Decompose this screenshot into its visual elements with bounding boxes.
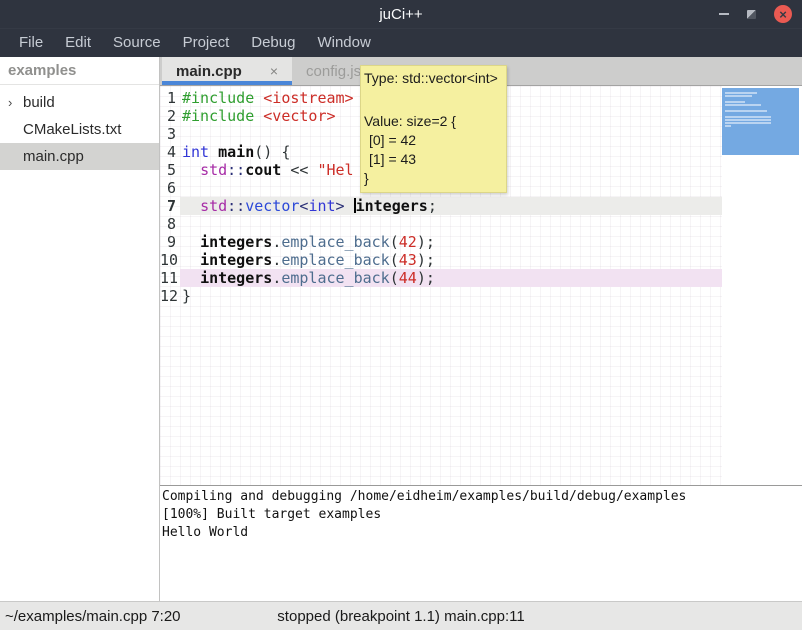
sidebar-item-cmakelists-txt[interactable]: CMakeLists.txt [0,116,159,143]
tooltip-entry: [1] = 43 [364,150,503,169]
restore-icon [747,10,756,19]
line-number: 7 [160,197,180,215]
sidebar-item-label: CMakeLists.txt [23,121,121,138]
menu-edit[interactable]: Edit [54,28,102,57]
menu-source[interactable]: Source [102,28,172,57]
line-number: 4 [160,143,180,161]
tooltip-entry: [0] = 42 [364,131,503,150]
sidebar-item-label: build [23,94,55,111]
line-number: 8 [160,215,180,233]
line-number: 9 [160,233,180,251]
minimize-icon [719,13,729,15]
app-window: juCi++ × FileEditSourceProjectDebugWindo… [0,0,802,630]
tab-label: main.cpp [176,63,242,80]
status-file-position: ~/examples/main.cpp 7:20 [0,608,181,625]
menu-bar: FileEditSourceProjectDebugWindow [0,28,802,57]
debug-tooltip: Type: std::vector<int> Value: size=2 { [… [360,65,507,193]
sidebar-item-build[interactable]: ›build [0,89,159,116]
project-sidebar: examples ›build CMakeLists.txt main.cpp [0,57,160,601]
status-bar: ~/examples/main.cpp 7:20 stopped (breakp… [0,601,802,630]
menu-project[interactable]: Project [172,28,241,57]
output-panel[interactable]: Compiling and debugging /home/eidheim/ex… [160,485,802,601]
tooltip-value-line: Value: size=2 { [364,112,503,131]
sidebar-item-label: main.cpp [23,148,84,165]
output-line: Hello World [162,524,802,542]
minimap-visible-region[interactable] [722,88,799,155]
close-icon[interactable]: × [270,63,278,79]
menu-debug[interactable]: Debug [240,28,306,57]
minimap[interactable] [722,86,802,485]
output-line: [100%] Built target examples [162,506,802,524]
line-number: 5 [160,161,180,179]
code-line[interactable]: 8 [160,215,722,233]
tooltip-closing-brace: } [364,169,503,188]
tooltip-type-line: Type: std::vector<int> [364,69,503,88]
code-line[interactable]: 10 integers.emplace_back(43); [160,251,722,269]
line-number: 11 [160,269,180,287]
menu-file[interactable]: File [8,28,54,57]
file-tree: ›build CMakeLists.txt main.cpp [0,85,159,170]
code-line[interactable]: 12} [160,287,722,305]
sidebar-item-main-cpp[interactable]: main.cpp [0,143,159,170]
chevron-right-icon: › [8,95,23,110]
line-number: 10 [160,251,180,269]
restore-button[interactable] [747,10,756,19]
menu-window[interactable]: Window [306,28,381,57]
tab-main-cpp[interactable]: main.cpp × [162,57,292,85]
line-number: 12 [160,287,180,305]
close-button[interactable]: × [774,5,792,23]
window-title: juCi++ [0,6,802,23]
line-number: 1 [160,89,180,107]
line-number: 2 [160,107,180,125]
line-number: 3 [160,125,180,143]
title-bar[interactable]: juCi++ × [0,0,802,28]
minimize-button[interactable] [719,13,729,15]
project-name-header: examples [0,57,159,85]
code-line[interactable]: 7 std::vector<int> integers; [160,197,722,215]
line-number: 6 [160,179,180,197]
output-line: Compiling and debugging /home/eidheim/ex… [162,488,802,506]
code-line[interactable]: 11 integers.emplace_back(44); [160,269,722,287]
tooltip-entries: [0] = 42[1] = 43 [364,131,503,169]
close-icon: × [779,8,787,21]
status-debug-state: stopped (breakpoint 1.1) main.cpp:11 [277,608,524,625]
code-line[interactable]: 9 integers.emplace_back(42); [160,233,722,251]
